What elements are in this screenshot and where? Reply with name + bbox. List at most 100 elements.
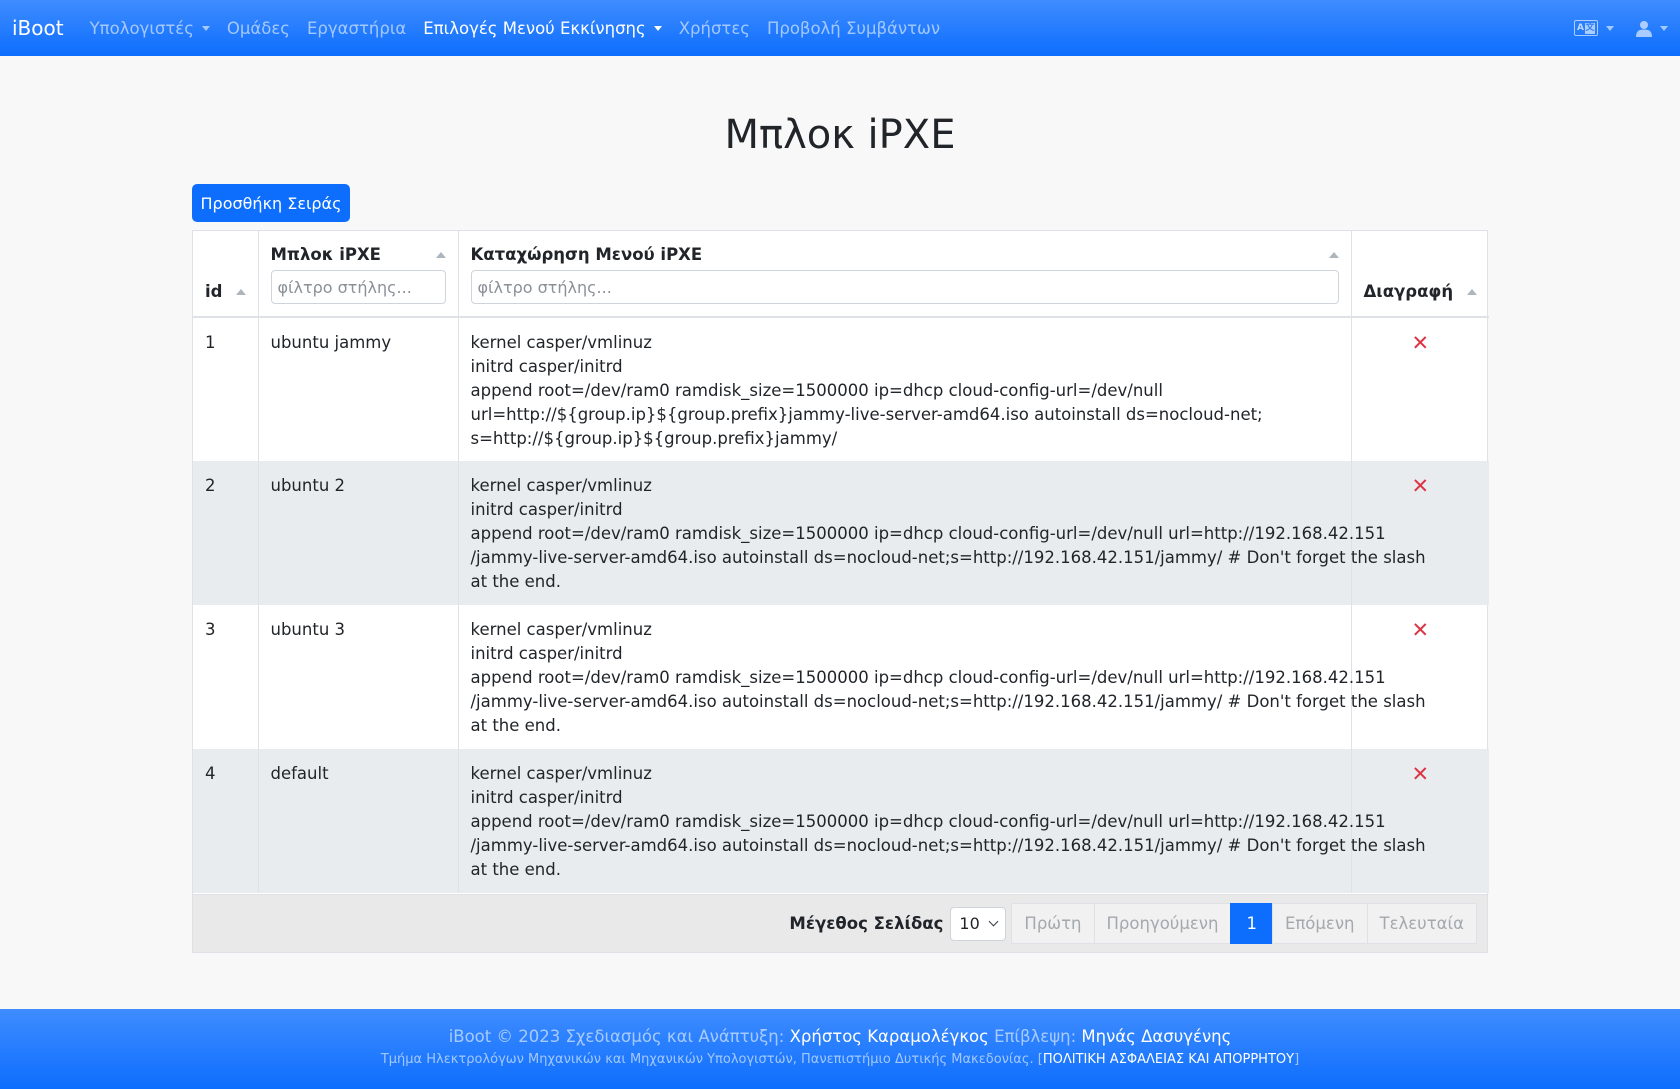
main-nav: Υπολογιστές Ομάδες Εργαστήρια Επιλογές Μ… xyxy=(90,19,940,38)
col-header-delete-label: Διαγραφή xyxy=(1363,282,1454,301)
delete-icon[interactable]: ✕ xyxy=(1411,474,1429,498)
entry-line: append root=/dev/ram0 ramdisk_size=15000… xyxy=(470,381,1163,400)
entry-line: kernel casper/vmlinuz xyxy=(470,620,652,639)
next-page-button[interactable]: Επόμενη xyxy=(1271,903,1368,944)
table-row[interactable]: 2 ubuntu 2 kernel casper/vmlinuz initrd … xyxy=(193,461,1489,605)
cell-entry[interactable]: kernel casper/vmlinuz initrd casper/init… xyxy=(458,317,1352,461)
caret-down-icon xyxy=(1606,25,1614,31)
col-header-delete[interactable]: Διαγραφή xyxy=(1351,231,1489,317)
nav-users[interactable]: Χρήστες xyxy=(679,19,750,38)
language-icon-latin: A xyxy=(1577,23,1584,33)
nav-boot-menu-options-label: Επιλογές Μενού Εκκίνησης xyxy=(423,18,646,38)
brand-link[interactable]: iBoot xyxy=(12,16,64,40)
cell-block[interactable]: ubuntu jammy xyxy=(258,317,459,461)
nav-right: A 文 xyxy=(1574,20,1668,37)
language-icon: A 文 xyxy=(1574,20,1598,36)
sort-asc-icon[interactable] xyxy=(1328,251,1339,258)
table-header-row: id Μπλοκ iPXE Καταχώρηση Μενού iPXE xyxy=(193,231,1489,317)
caret-down-icon xyxy=(1660,25,1668,31)
entry-line: at the end. xyxy=(470,860,561,879)
cell-block[interactable]: ubuntu 3 xyxy=(258,605,459,749)
page-size-value: 10 xyxy=(959,914,980,933)
entry-line: kernel casper/vmlinuz xyxy=(470,476,652,495)
add-row-button[interactable]: Προσθήκη Σειράς xyxy=(192,184,350,222)
nav-events[interactable]: Προβολή Συμβάντων xyxy=(767,19,940,38)
sort-asc-icon[interactable] xyxy=(435,251,446,258)
cell-id[interactable]: 2 xyxy=(193,461,259,605)
col-header-block: Μπλοκ iPXE xyxy=(258,231,459,317)
privacy-policy-link[interactable]: ΠΟΛΙΤΙΚΗ ΑΣΦΑΛΕΙΑΣ ΚΑΙ ΑΠΟΡΡΗΤΟΥ xyxy=(1043,1052,1294,1067)
delete-icon[interactable]: ✕ xyxy=(1411,618,1429,642)
entry-line: at the end. xyxy=(470,572,561,591)
nav-labs[interactable]: Εργαστήρια xyxy=(307,19,406,38)
sort-asc-icon[interactable] xyxy=(1467,288,1477,295)
language-icon-cjk: 文 xyxy=(1585,22,1595,34)
supervisor-link[interactable]: Μηνάς Δασυγένης xyxy=(1081,1027,1231,1046)
previous-page-button[interactable]: Προηγούμενη xyxy=(1093,903,1232,944)
cell-entry[interactable]: kernel casper/vmlinuz initrd casper/init… xyxy=(458,749,1426,893)
last-page-button[interactable]: Τελευταία xyxy=(1366,903,1477,944)
block-filter-input[interactable] xyxy=(270,270,446,304)
col-header-id-label: id xyxy=(205,282,223,301)
developer-link[interactable]: Χρήστος Καραμολέγκος xyxy=(790,1027,989,1046)
caret-down-icon xyxy=(653,25,662,31)
nav-groups[interactable]: Ομάδες xyxy=(227,19,290,38)
col-header-block-label[interactable]: Μπλοκ iPXE xyxy=(271,245,381,264)
pagination-bar: Μέγεθος Σελίδας 10 Πρώτη Προηγούμενη 1 Ε… xyxy=(193,894,1487,952)
cell-id[interactable]: 4 xyxy=(193,749,259,893)
sort-asc-icon[interactable] xyxy=(235,288,246,295)
entry-filter-input[interactable] xyxy=(470,270,1339,304)
nav-computers-label: Υπολογιστές xyxy=(89,18,194,38)
policy-bracket-close: ] xyxy=(1294,1052,1300,1067)
top-navbar: iBoot Υπολογιστές Ομάδες Εργαστήρια Επιλ… xyxy=(0,0,1680,56)
page-size-select[interactable]: 10 xyxy=(950,906,1007,941)
col-header-entry-label[interactable]: Καταχώρηση Μενού iPXE xyxy=(471,245,703,264)
entry-line: /jammy-live-server-amd64.iso autoinstall… xyxy=(470,692,1426,711)
cell-block[interactable]: default xyxy=(258,749,459,893)
department-text: Τμήμα Ηλεκτρολόγων Μηχανικών και Μηχανικ… xyxy=(380,1052,1038,1067)
entry-line: initrd casper/initrd xyxy=(470,644,623,663)
entry-line: kernel casper/vmlinuz xyxy=(470,333,652,352)
entry-line: initrd casper/initrd xyxy=(470,357,623,376)
pagination-buttons: Πρώτη Προηγούμενη 1 Επόμενη Τελευταία xyxy=(1011,903,1477,944)
entry-line: at the end. xyxy=(470,716,561,735)
footer: iBoot © 2023 Σχεδιασμός και Ανάπτυξη: Χρ… xyxy=(0,1009,1680,1089)
entry-line: initrd casper/initrd xyxy=(470,500,623,519)
chevron-down-icon xyxy=(988,916,999,927)
language-dropdown[interactable]: A 文 xyxy=(1574,20,1614,36)
caret-down-icon xyxy=(201,25,210,31)
cell-delete: ✕ xyxy=(1351,317,1489,461)
table-row[interactable]: 1 ubuntu jammy kernel casper/vmlinuz ini… xyxy=(193,317,1489,461)
footer-copyright: iBoot © 2023 Σχεδιασμός και Ανάπτυξη: xyxy=(448,1027,790,1046)
entry-line: append root=/dev/ram0 ramdisk_size=15000… xyxy=(470,524,1386,543)
col-header-id[interactable]: id xyxy=(193,231,259,317)
entry-line: append root=/dev/ram0 ramdisk_size=15000… xyxy=(470,812,1386,831)
entry-line: initrd casper/initrd xyxy=(470,788,623,807)
user-icon xyxy=(1636,20,1652,37)
cell-block[interactable]: ubuntu 2 xyxy=(258,461,459,605)
entry-line: /jammy-live-server-amd64.iso autoinstall… xyxy=(470,836,1426,855)
table-row[interactable]: 3 ubuntu 3 kernel casper/vmlinuz initrd … xyxy=(193,605,1489,749)
entry-line: /jammy-live-server-amd64.iso autoinstall… xyxy=(470,548,1426,567)
supervision-label: Επίβλεψη: xyxy=(988,1027,1082,1046)
entry-line: append root=/dev/ram0 ramdisk_size=15000… xyxy=(470,668,1386,687)
cell-entry[interactable]: kernel casper/vmlinuz initrd casper/init… xyxy=(458,461,1426,605)
table-row[interactable]: 4 default kernel casper/vmlinuz initrd c… xyxy=(193,749,1489,893)
page-title: Μπλοκ iPXE xyxy=(724,112,956,158)
footer-credits: iBoot © 2023 Σχεδιασμός και Ανάπτυξη: Χρ… xyxy=(0,1027,1680,1046)
cell-id[interactable]: 3 xyxy=(193,605,259,749)
nav-boot-menu-options-dropdown[interactable]: Επιλογές Μενού Εκκίνησης xyxy=(423,18,662,38)
delete-icon[interactable]: ✕ xyxy=(1411,762,1429,786)
ipxe-blocks-table: id Μπλοκ iPXE Καταχώρηση Μενού iPXE xyxy=(192,230,1489,953)
current-page-button[interactable]: 1 xyxy=(1230,903,1273,944)
data-table: id Μπλοκ iPXE Καταχώρηση Μενού iPXE xyxy=(193,231,1489,893)
user-dropdown[interactable] xyxy=(1636,20,1668,37)
cell-id[interactable]: 1 xyxy=(193,317,259,461)
entry-line: url=http://${group.ip}${group.prefix}jam… xyxy=(470,405,1263,424)
first-page-button[interactable]: Πρώτη xyxy=(1011,903,1095,944)
entry-line: kernel casper/vmlinuz xyxy=(470,764,652,783)
col-header-entry: Καταχώρηση Μενού iPXE xyxy=(458,231,1352,317)
nav-computers-dropdown[interactable]: Υπολογιστές xyxy=(90,19,210,38)
cell-entry[interactable]: kernel casper/vmlinuz initrd casper/init… xyxy=(458,605,1426,749)
delete-icon[interactable]: ✕ xyxy=(1411,331,1429,355)
